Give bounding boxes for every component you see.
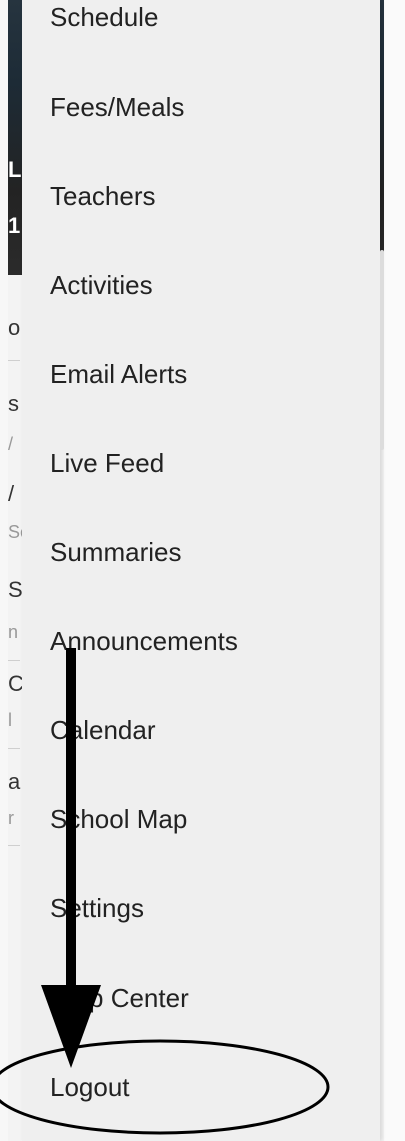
- screenshot-stage: L 1 o s / / Se S n C l a r Schedule Fees…: [0, 0, 405, 1141]
- menu-item-calendar[interactable]: Calendar: [50, 715, 156, 745]
- menu-item-teachers[interactable]: Teachers: [50, 181, 156, 211]
- scrollbar-thumb[interactable]: [380, 250, 384, 450]
- menu-item-logout[interactable]: Logout: [50, 1072, 130, 1102]
- menu-item-help-center[interactable]: Help Center: [50, 983, 189, 1013]
- menu-item-live-feed[interactable]: Live Feed: [50, 448, 164, 478]
- navigation-drawer: Schedule Fees/Meals Teachers Activities …: [22, 0, 380, 1141]
- background-divider: [8, 660, 20, 661]
- menu-item-summaries[interactable]: Summaries: [50, 537, 181, 567]
- background-divider: [8, 845, 20, 846]
- menu-item-schedule[interactable]: Schedule: [50, 2, 158, 32]
- menu-item-settings[interactable]: Settings: [50, 893, 144, 923]
- background-divider: [8, 748, 20, 749]
- menu-item-fees-meals[interactable]: Fees/Meals: [50, 92, 184, 122]
- background-right-edge: [384, 0, 405, 1141]
- menu-item-activities[interactable]: Activities: [50, 270, 153, 300]
- menu-item-email-alerts[interactable]: Email Alerts: [50, 359, 187, 389]
- menu-item-school-map[interactable]: School Map: [50, 804, 187, 834]
- background-divider: [8, 360, 20, 361]
- menu-item-announcements[interactable]: Announcements: [50, 626, 238, 656]
